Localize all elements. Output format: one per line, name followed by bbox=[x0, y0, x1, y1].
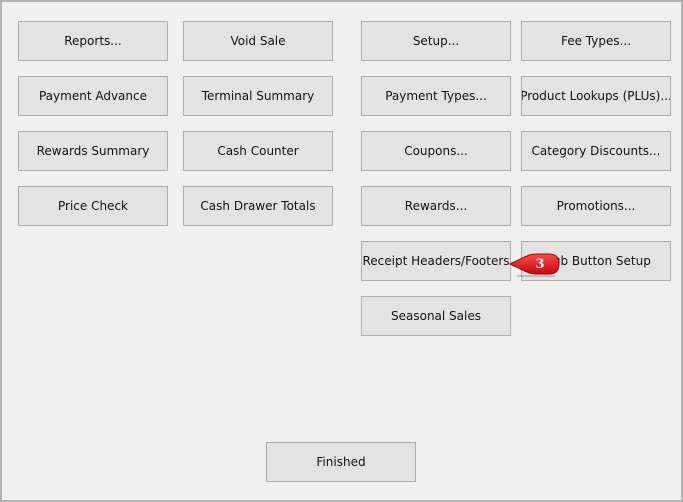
fee-types-button[interactable]: Fee Types... bbox=[521, 21, 671, 61]
cash-counter-button[interactable]: Cash Counter bbox=[183, 131, 333, 171]
coupons-button[interactable]: Coupons... bbox=[361, 131, 511, 171]
callout-marker: 3 bbox=[509, 253, 561, 277]
product-lookups-button[interactable]: Product Lookups (PLUs)... bbox=[521, 76, 671, 116]
void-sale-button[interactable]: Void Sale bbox=[183, 21, 333, 61]
category-discounts-button[interactable]: Category Discounts... bbox=[521, 131, 671, 171]
rewards-button[interactable]: Rewards... bbox=[361, 186, 511, 226]
callout-number: 3 bbox=[535, 257, 545, 272]
terminal-summary-button[interactable]: Terminal Summary bbox=[183, 76, 333, 116]
reports-button[interactable]: Reports... bbox=[18, 21, 168, 61]
setup-button[interactable]: Setup... bbox=[361, 21, 511, 61]
setup-dialog: Reports... Payment Advance Rewards Summa… bbox=[0, 0, 683, 502]
rewards-summary-button[interactable]: Rewards Summary bbox=[18, 131, 168, 171]
receipt-headers-footers-button[interactable]: Receipt Headers/Footers bbox=[361, 241, 511, 281]
payment-advance-button[interactable]: Payment Advance bbox=[18, 76, 168, 116]
price-check-button[interactable]: Price Check bbox=[18, 186, 168, 226]
payment-types-button[interactable]: Payment Types... bbox=[361, 76, 511, 116]
cash-drawer-totals-button[interactable]: Cash Drawer Totals bbox=[183, 186, 333, 226]
finished-button[interactable]: Finished bbox=[266, 442, 416, 482]
promotions-button[interactable]: Promotions... bbox=[521, 186, 671, 226]
seasonal-sales-button[interactable]: Seasonal Sales bbox=[361, 296, 511, 336]
